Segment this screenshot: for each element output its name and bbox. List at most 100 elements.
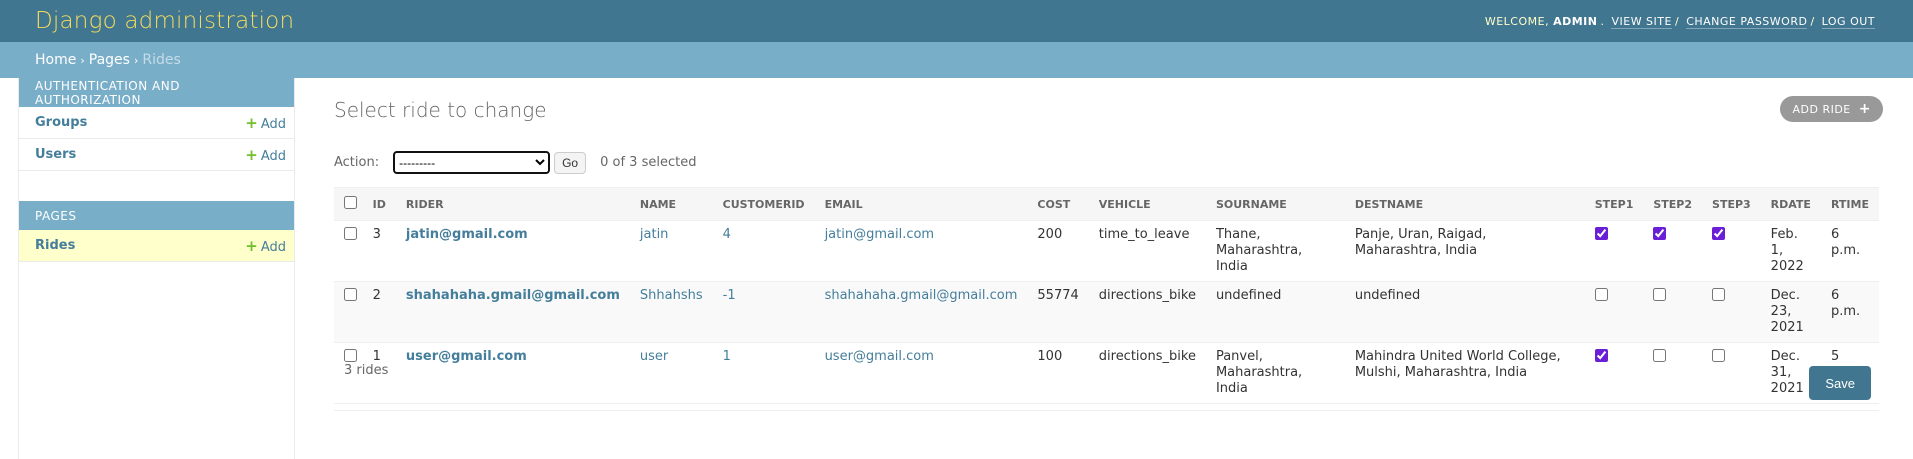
go-button[interactable]: Go [554,151,587,174]
step3-checkbox[interactable] [1712,288,1726,301]
column-header[interactable]: COST [1027,187,1089,221]
rides-link[interactable]: Rides [35,238,75,253]
cell-step2 [1643,281,1703,343]
action-select[interactable]: --------- [393,151,551,174]
save-button[interactable]: Save [1809,366,1871,400]
plus-icon: + [245,236,258,255]
add-ride-label: ADD RIDE [1792,102,1851,116]
add-label: Add [260,148,286,164]
change-password-link[interactable]: CHANGE PASSWORD [1686,14,1808,29]
breadcrumb-home[interactable]: Home [35,52,76,68]
view-site-link[interactable]: VIEW SITE [1611,14,1672,29]
cell-email: jatin@gmail.com [814,220,1028,282]
email-link[interactable]: shahahaha.gmail@gmail.com [825,288,1018,303]
cell-destname: Panje, Uran, Raigad, Maharashtra, India [1344,220,1585,282]
breadcrumb-pages[interactable]: Pages [89,52,130,68]
cell-vehicle: directions_bike [1088,281,1206,343]
cell-sourname: Thane, Maharashtra, India [1205,220,1345,282]
cell-step1 [1584,281,1644,343]
column-header[interactable]: DESTNAME [1344,187,1585,221]
sidebar: AUTHENTICATION AND AUTHORIZATION Groups … [18,78,295,459]
column-header[interactable]: NAME [629,187,713,221]
cell-rtime: 6 p.m. [1820,281,1879,343]
add-users-link[interactable]: + Add [245,146,286,164]
actions-bar: Action: --------- Go 0 of 3 selected [334,151,696,174]
name-link[interactable]: jatin [640,227,669,242]
welcome-text: WELCOME, [1484,14,1550,28]
column-header[interactable]: RDATE [1760,187,1821,221]
breadcrumb: Home › Pages › Rides [0,42,1913,78]
row-select-checkbox[interactable] [344,288,357,301]
cell-id: 2 [362,281,396,343]
cell-cost: 200 [1027,220,1089,282]
customerid-link[interactable]: -1 [723,288,736,303]
column-header[interactable]: VEHICLE [1088,187,1206,221]
cell-email: shahahaha.gmail@gmail.com [814,281,1028,343]
cell-vehicle: time_to_leave [1088,220,1206,282]
cell-step3 [1702,220,1761,282]
sidebar-item-users: Users + Add [19,139,294,171]
add-rides-link[interactable]: + Add [245,237,286,255]
groups-link[interactable]: Groups [35,115,87,130]
select-all-header [334,187,363,221]
cell-rider: shahahaha.gmail@gmail.com [395,281,630,343]
cell-customerid: -1 [712,281,815,343]
cell-name: jatin [629,220,713,282]
rider-link[interactable]: jatin@gmail.com [406,227,528,242]
users-link[interactable]: Users [35,147,76,162]
email-link[interactable]: jatin@gmail.com [825,227,935,242]
module-caption-auth[interactable]: AUTHENTICATION AND AUTHORIZATION [19,78,294,107]
row-select-cell [334,281,363,343]
select-all-checkbox[interactable] [344,196,357,209]
cell-customerid: 4 [712,220,815,282]
cell-rdate: Feb. 1, 2022 [1760,220,1821,282]
step1-checkbox[interactable] [1594,288,1608,301]
column-header[interactable]: EMAIL [814,187,1028,221]
add-groups-link[interactable]: + Add [245,114,286,132]
column-header[interactable]: RIDER [395,187,630,221]
column-header[interactable]: STEP1 [1584,187,1644,221]
log-out-link[interactable]: LOG OUT [1821,14,1875,29]
step3-checkbox[interactable] [1712,227,1726,240]
breadcrumb-separator: › [80,53,85,67]
add-label: Add [260,239,286,255]
cell-rtime: 6 p.m. [1820,220,1879,282]
column-header[interactable]: SOURNAME [1205,187,1345,221]
paginator: 3 rides [334,349,1879,411]
table-row: 3 jatin@gmail.com jatin 4 jatin@gmail.co… [334,220,1879,282]
plus-icon: + [1858,101,1871,117]
module-caption-pages[interactable]: PAGES [19,201,294,230]
cell-step3 [1702,281,1761,343]
sidebar-item-groups: Groups + Add [19,107,294,139]
selection-counter: 0 of 3 selected [600,155,697,170]
add-ride-button[interactable]: ADD RIDE + [1780,96,1883,122]
column-header[interactable]: RTIME [1820,187,1879,221]
rider-link[interactable]: shahahaha.gmail@gmail.com [406,288,620,303]
step2-checkbox[interactable] [1653,288,1667,301]
breadcrumb-separator: › [133,53,139,67]
page-title: Select ride to change [334,98,547,122]
cell-step2 [1643,220,1703,282]
add-label: Add [260,116,286,132]
row-select-checkbox[interactable] [344,227,357,240]
user-tools: WELCOME, ADMIN. VIEW SITE / CHANGE PASSWO… [1484,14,1875,29]
column-header[interactable]: STEP2 [1643,187,1703,221]
customerid-link[interactable]: 4 [723,227,731,242]
step2-checkbox[interactable] [1653,227,1667,240]
column-header[interactable]: CUSTOMERID [712,187,815,221]
step1-checkbox[interactable] [1594,227,1608,240]
site-branding[interactable]: Django administration [35,8,294,34]
cell-rdate: Dec. 23, 2021 [1760,281,1821,343]
cell-id: 3 [362,220,396,282]
result-count: 3 rides [344,363,389,378]
cell-step1 [1584,220,1644,282]
header: Django administration WELCOME, ADMIN. VI… [0,0,1913,42]
username: ADMIN [1553,14,1598,28]
cell-rider: jatin@gmail.com [395,220,630,282]
action-label: Action: [334,155,380,170]
cell-cost: 55774 [1027,281,1089,343]
name-link[interactable]: Shhahshs [640,288,703,303]
column-header[interactable]: STEP3 [1702,187,1761,221]
column-header[interactable]: ID [362,187,396,221]
